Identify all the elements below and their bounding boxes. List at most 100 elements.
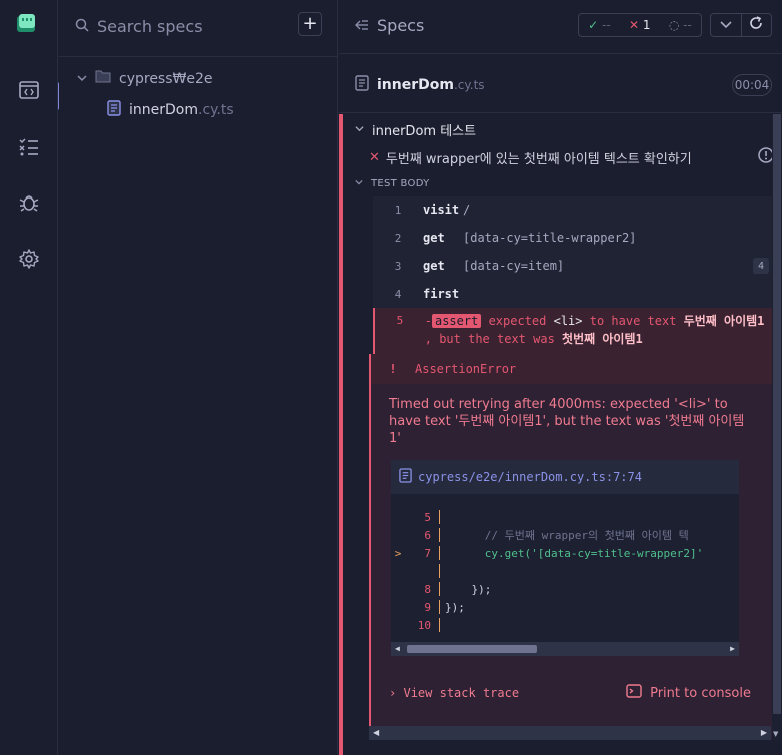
- code-line: 8 });: [391, 580, 739, 598]
- view-stack-trace-toggle[interactable]: › View stack trace: [389, 686, 519, 700]
- command-row[interactable]: 3 get [data-cy=item] 4: [373, 252, 773, 280]
- command-number: 4: [394, 287, 402, 301]
- command-name: get: [423, 259, 445, 273]
- stack-trace-label: View stack trace: [403, 686, 520, 700]
- nav-settings[interactable]: [0, 243, 58, 279]
- file-name: innerDom: [129, 102, 198, 118]
- failed-assert-row[interactable]: 5 - assert expected <li> to have text 두번째…: [373, 308, 773, 354]
- command-log: 1 visit / 2 get [data-cy=title-wrapper2]…: [373, 196, 773, 354]
- folder-icon: [95, 70, 111, 87]
- scroll-thumb[interactable]: [773, 114, 781, 714]
- line-number: 9: [424, 600, 431, 614]
- scroll-thumb[interactable]: [407, 645, 537, 653]
- command-arg: [data-cy=title-wrapper2]: [463, 231, 637, 245]
- line-number: 6: [424, 528, 431, 542]
- chevron-down-icon: [720, 18, 732, 33]
- code-horizontal-scrollbar[interactable]: ◀ ▶: [391, 642, 739, 656]
- new-spec-button[interactable]: +: [298, 12, 322, 36]
- pending-count: --: [683, 18, 692, 32]
- divider: [59, 56, 338, 57]
- search-placeholder: Search specs: [97, 16, 203, 36]
- test-suite: innerDom 테스트 ✕ 두번째 wrapper에 있는 첫번째 아이템 텍…: [339, 114, 782, 755]
- file-ext: .cy.ts: [198, 102, 234, 118]
- spec-title: innerDom.cy.ts: [355, 75, 485, 95]
- line-source: });: [445, 582, 492, 596]
- cypress-logo-icon: [17, 14, 37, 34]
- failed-count: 1: [642, 18, 651, 32]
- assert-tag: assert: [431, 314, 482, 328]
- scroll-right-icon: ▶: [760, 728, 767, 737]
- pending-icon: ◌: [668, 18, 680, 32]
- document-icon: [107, 100, 121, 120]
- command-name: visit: [423, 203, 460, 217]
- error-header: ! AssertionError: [371, 354, 773, 384]
- expand-menu-button[interactable]: [711, 14, 742, 36]
- folder-row[interactable]: cypress₩e2e: [77, 70, 213, 87]
- spec-file-row[interactable]: innerDom.cy.ts: [107, 100, 234, 120]
- scroll-right-icon: ▶: [730, 644, 735, 653]
- command-row[interactable]: 1 visit /: [373, 196, 773, 224]
- folder-label: cypress₩e2e: [119, 70, 213, 87]
- nav-runs[interactable]: [0, 131, 58, 167]
- reporter-title: Specs: [377, 16, 425, 35]
- assert-prefix: -: [424, 314, 432, 328]
- reporter-vertical-scrollbar[interactable]: ▼: [772, 114, 782, 740]
- test-body-toggle[interactable]: TEST BODY: [355, 178, 430, 189]
- search-specs-input[interactable]: Search specs: [75, 12, 275, 40]
- test-row[interactable]: ✕ 두번째 wrapper에 있는 첫번째 아이템 텍스트 확인하기: [369, 147, 774, 167]
- suite-row[interactable]: innerDom 테스트: [355, 120, 476, 139]
- collapse-left-icon: [355, 16, 369, 35]
- reporter-horizontal-scrollbar[interactable]: ◀ ▶: [369, 726, 771, 740]
- code-line: 10: [391, 616, 739, 634]
- specs-toggle[interactable]: Specs: [355, 16, 424, 35]
- command-name: get: [423, 231, 445, 245]
- code-line: >7 cy.get('[data-cy=title-wrapper2]': [391, 544, 739, 562]
- assert-text: expected: [488, 314, 547, 328]
- nav-specs[interactable]: [0, 74, 62, 110]
- command-name: first: [423, 287, 460, 301]
- rerun-button[interactable]: [742, 14, 772, 36]
- command-row[interactable]: 4 first: [373, 280, 773, 308]
- assert-message: - assert expected <li> to have text 두번째 아…: [425, 312, 773, 348]
- spec-list-panel: Search specs + cypress₩e2e innerDom.cy.t…: [59, 0, 338, 755]
- reporter-header: Specs ✓ -- ✕ 1 ◌ --: [339, 0, 782, 54]
- error-message: Timed out retrying after 4000ms: expecte…: [389, 397, 745, 446]
- command-number: 3: [394, 259, 402, 273]
- search-icon: [75, 17, 89, 36]
- nav-debug[interactable]: [0, 187, 58, 223]
- print-to-console-button[interactable]: Print to console: [626, 684, 751, 702]
- assert-text: , but the text was: [424, 332, 555, 346]
- line-source: });: [445, 600, 465, 614]
- icon-rail: [0, 0, 62, 755]
- line-number: 10: [417, 618, 431, 632]
- specs-icon: [19, 81, 39, 103]
- passed-count: --: [602, 18, 611, 32]
- reporter-panel: Specs ✓ -- ✕ 1 ◌ -- innerDom.cy.ts 00:04…: [339, 0, 782, 755]
- code-line: [391, 562, 739, 580]
- assert-text: to have text: [589, 314, 677, 328]
- duration-badge: 00:04: [732, 74, 772, 96]
- assert-actual: 첫번째 아이템1: [562, 332, 643, 346]
- refresh-icon: [749, 16, 763, 34]
- code-lines: 5 6 // 두번째 wrapper의 첫번째 아이템 텍 >7 cy.get(…: [391, 508, 739, 634]
- fail-icon: ✕: [369, 150, 380, 165]
- chevron-down-icon: [355, 178, 363, 189]
- debug-icon: [19, 193, 39, 217]
- scroll-left-icon: ◀: [373, 728, 380, 737]
- settings-icon: [19, 249, 39, 273]
- command-arg: /: [463, 203, 471, 217]
- test-title: 두번째 wrapper에 있는 첫번째 아이템 텍스트 확인하기: [385, 152, 692, 167]
- test-body-label: TEST BODY: [371, 178, 430, 189]
- code-line: 6 // 두번째 wrapper의 첫번째 아이템 텍: [391, 526, 739, 544]
- document-icon: [355, 75, 369, 95]
- error-icon: !: [389, 362, 397, 376]
- spec-name: innerDom: [377, 77, 454, 93]
- passed-icon: ✓: [588, 18, 599, 32]
- command-row[interactable]: 2 get [data-cy=title-wrapper2]: [373, 224, 773, 252]
- code-line: 9});: [391, 598, 739, 616]
- chevron-down-icon: [77, 71, 87, 87]
- command-arg: [data-cy=item]: [463, 259, 565, 273]
- command-number: 5: [396, 314, 404, 327]
- code-file-link[interactable]: cypress/e2e/innerDom.cy.ts:7:74: [391, 460, 739, 494]
- command-number: 2: [394, 231, 402, 245]
